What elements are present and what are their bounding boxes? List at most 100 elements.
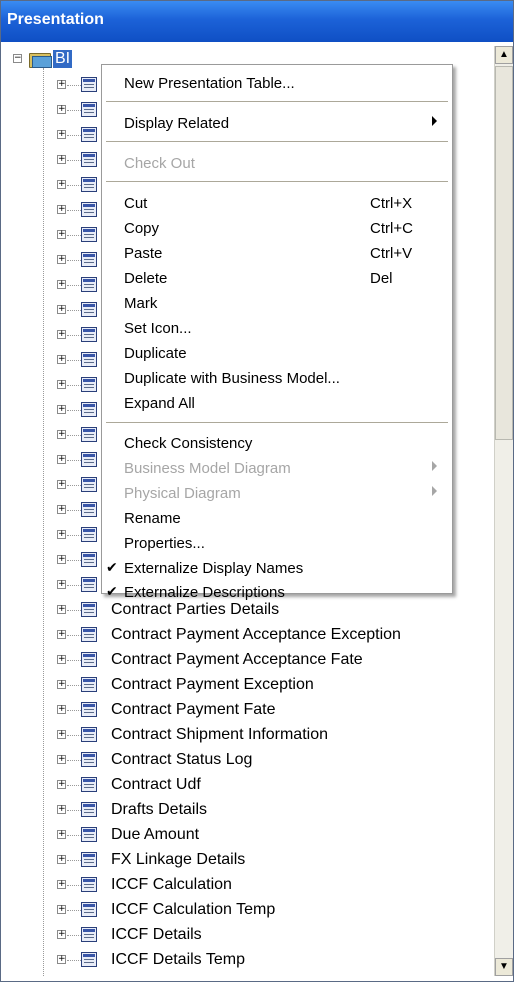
expand-icon[interactable]: +	[57, 130, 66, 139]
expand-icon[interactable]: +	[57, 630, 66, 639]
expand-icon[interactable]: +	[57, 330, 66, 339]
expand-icon[interactable]: +	[57, 255, 66, 264]
tree-node[interactable]: + Contract Payment Acceptance Exception	[5, 623, 493, 648]
menu-separator	[106, 422, 448, 423]
tree-node-label[interactable]: Contract Payment Exception	[111, 676, 314, 694]
scroll-up-button[interactable]: ▲	[495, 46, 513, 64]
tree-node-label[interactable]: ICCF Calculation Temp	[111, 901, 275, 919]
menu-externalize-descriptions[interactable]: ✔ Externalize Descriptions	[102, 580, 452, 601]
expand-icon[interactable]: +	[57, 455, 66, 464]
tree-node-label[interactable]: Drafts Details	[111, 801, 207, 819]
tree-node[interactable]: + Contract Payment Acceptance Fate	[5, 648, 493, 673]
expand-icon[interactable]: +	[57, 480, 66, 489]
expand-icon[interactable]: +	[57, 705, 66, 714]
expand-icon[interactable]: +	[57, 155, 66, 164]
expand-icon[interactable]: +	[57, 80, 66, 89]
tree-node-label[interactable]: ICCF Details	[111, 926, 202, 944]
expand-icon[interactable]: +	[57, 555, 66, 564]
tree-node[interactable]: + FX Linkage Details	[5, 848, 493, 873]
tree-node[interactable]: + ICCF Details	[5, 923, 493, 948]
tree-node[interactable]: + Contract Udf	[5, 773, 493, 798]
expand-icon[interactable]: +	[57, 780, 66, 789]
menu-mark[interactable]: Mark	[102, 291, 452, 316]
tree-node-label[interactable]: Due Amount	[111, 826, 199, 844]
tree-node[interactable]: + Contract Shipment Information	[5, 723, 493, 748]
submenu-arrow-icon	[432, 461, 437, 471]
menu-copy[interactable]: Copy Ctrl+C	[102, 216, 452, 241]
table-icon	[81, 402, 97, 417]
tree-node-label[interactable]: Contract Parties Details	[111, 601, 279, 619]
menu-properties[interactable]: Properties...	[102, 531, 452, 556]
menu-new-presentation-table[interactable]: New Presentation Table...	[102, 71, 452, 96]
scroll-down-button[interactable]: ▼	[495, 958, 513, 976]
tree-node[interactable]: + Contract Status Log	[5, 748, 493, 773]
table-icon	[81, 102, 97, 117]
table-icon	[81, 352, 97, 367]
expand-icon[interactable]: +	[57, 880, 66, 889]
menu-duplicate[interactable]: Duplicate	[102, 341, 452, 366]
tree-node-label[interactable]: Contract Status Log	[111, 751, 252, 769]
tree-node-label[interactable]: Contract Payment Fate	[111, 701, 276, 719]
table-icon	[81, 427, 97, 442]
expand-icon[interactable]: +	[57, 730, 66, 739]
tree-node[interactable]: + ICCF Details Temp	[5, 948, 493, 973]
collapse-icon[interactable]: −	[13, 54, 22, 63]
expand-icon[interactable]: +	[57, 205, 66, 214]
tree-node[interactable]: + ICCF Calculation	[5, 873, 493, 898]
expand-icon[interactable]: +	[57, 855, 66, 864]
menu-paste[interactable]: Paste Ctrl+V	[102, 241, 452, 266]
expand-icon[interactable]: +	[57, 755, 66, 764]
expand-icon[interactable]: +	[57, 230, 66, 239]
menu-set-icon[interactable]: Set Icon...	[102, 316, 452, 341]
table-icon	[81, 877, 97, 892]
tree-node-label[interactable]: ICCF Details Temp	[111, 951, 245, 969]
tree-node-label[interactable]: FX Linkage Details	[111, 851, 245, 869]
expand-icon[interactable]: +	[57, 105, 66, 114]
expand-icon[interactable]: +	[57, 505, 66, 514]
tree-node-label[interactable]: Contract Payment Acceptance Fate	[111, 651, 363, 669]
expand-icon[interactable]: +	[57, 830, 66, 839]
expand-icon[interactable]: +	[57, 605, 66, 614]
table-icon	[81, 802, 97, 817]
menu-delete[interactable]: Delete Del	[102, 266, 452, 291]
tree-node-label[interactable]: ICCF Calculation	[111, 876, 232, 894]
expand-icon[interactable]: +	[57, 530, 66, 539]
menu-check-consistency[interactable]: Check Consistency	[102, 431, 452, 456]
tree-node-label[interactable]: Contract Payment Acceptance Exception	[111, 626, 401, 644]
tree-node[interactable]: + Contract Parties Details	[5, 598, 493, 623]
menu-rename[interactable]: Rename	[102, 506, 452, 531]
expand-icon[interactable]: +	[57, 580, 66, 589]
expand-icon[interactable]: +	[57, 380, 66, 389]
vertical-scrollbar[interactable]: ▲ ▼	[494, 46, 513, 976]
menu-physical-diagram: Physical Diagram	[102, 481, 452, 506]
expand-icon[interactable]: +	[57, 655, 66, 664]
expand-icon[interactable]: +	[57, 955, 66, 964]
expand-icon[interactable]: +	[57, 280, 66, 289]
expand-icon[interactable]: +	[57, 180, 66, 189]
expand-icon[interactable]: +	[57, 680, 66, 689]
expand-icon[interactable]: +	[57, 805, 66, 814]
tree-node-label[interactable]: Contract Udf	[111, 776, 201, 794]
tree-node[interactable]: + ICCF Calculation Temp	[5, 898, 493, 923]
folder-icon	[29, 51, 52, 68]
expand-icon[interactable]: +	[57, 930, 66, 939]
scrollbar-thumb[interactable]	[495, 66, 513, 440]
context-menu: New Presentation Table... Display Relate…	[101, 64, 453, 601]
expand-icon[interactable]: +	[57, 430, 66, 439]
menu-display-related[interactable]: Display Related	[102, 111, 452, 136]
menu-expand-all[interactable]: Expand All	[102, 391, 452, 416]
expand-icon[interactable]: +	[57, 405, 66, 414]
tree-node[interactable]: + Contract Payment Exception	[5, 673, 493, 698]
tree-node-label[interactable]: Contract Shipment Information	[111, 726, 328, 744]
menu-externalize-display-names[interactable]: ✔ Externalize Display Names	[102, 556, 452, 581]
expand-icon[interactable]: +	[57, 355, 66, 364]
expand-icon[interactable]: +	[57, 305, 66, 314]
tree-node[interactable]: + Contract Payment Fate	[5, 698, 493, 723]
tree-node[interactable]: + Due Amount	[5, 823, 493, 848]
menu-cut[interactable]: Cut Ctrl+X	[102, 191, 452, 216]
menu-duplicate-with-business-model[interactable]: Duplicate with Business Model...	[102, 366, 452, 391]
expand-icon[interactable]: +	[57, 905, 66, 914]
table-icon	[81, 127, 97, 142]
tree-node[interactable]: + Drafts Details	[5, 798, 493, 823]
root-node-label[interactable]: BI	[53, 50, 73, 68]
